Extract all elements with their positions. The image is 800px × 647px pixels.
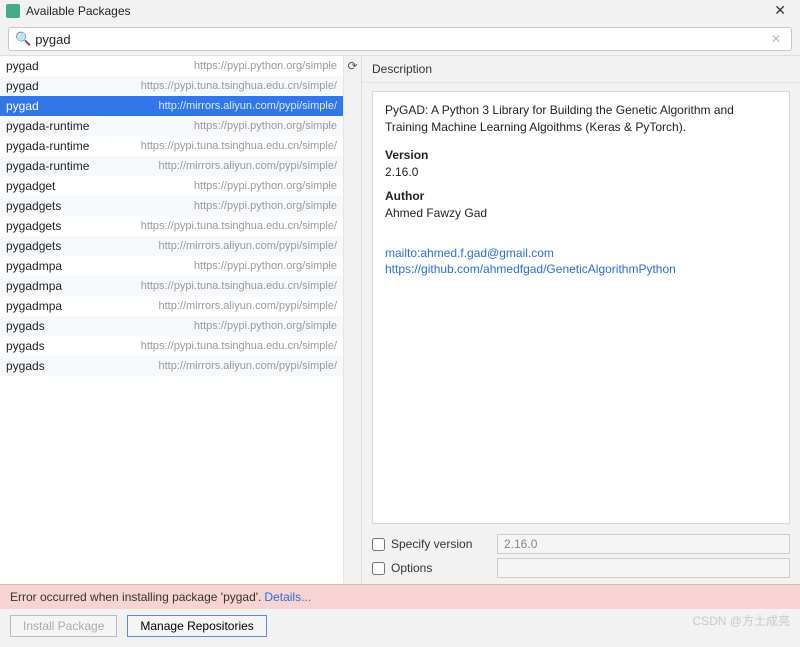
package-row[interactable]: pygadmpa http://mirrors.aliyun.com/pypi/s… [0, 296, 343, 316]
author-value: Ahmed Fawzy Gad [385, 206, 777, 220]
package-name: pygada-runtime [6, 139, 89, 153]
package-row[interactable]: pygadgets https://pypi.python.org/simple [0, 196, 343, 216]
package-name: pygadget [6, 179, 55, 193]
manage-repositories-button[interactable]: Manage Repositories [127, 615, 266, 637]
description-header: Description [362, 56, 800, 83]
package-name: pygad [6, 99, 39, 113]
package-repo: http://mirrors.aliyun.com/pypi/simple/ [159, 160, 338, 172]
package-name: pygads [6, 339, 45, 353]
package-name: pygadgets [6, 239, 61, 253]
error-message: Error occurred when installing package '… [10, 590, 261, 604]
package-repo: https://pypi.python.org/simple [194, 60, 337, 72]
package-repo: http://mirrors.aliyun.com/pypi/simple/ [159, 100, 338, 112]
package-list-pane: pygadhttps://pypi.python.org/simplepygad… [0, 56, 362, 584]
package-name: pygads [6, 319, 45, 333]
package-row[interactable]: pygads https://pypi.python.org/simple [0, 316, 343, 336]
package-name: pygadmpa [6, 279, 62, 293]
package-list[interactable]: pygadhttps://pypi.python.org/simplepygad… [0, 56, 343, 584]
package-repo: https://pypi.tuna.tsinghua.edu.cn/simple… [141, 280, 337, 292]
package-row[interactable]: pygads https://pypi.tuna.tsinghua.edu.cn/… [0, 336, 343, 356]
package-row[interactable]: pygada-runtime https://pypi.python.org/si… [0, 116, 343, 136]
package-name: pygadmpa [6, 259, 62, 273]
specify-version-input[interactable] [497, 534, 790, 554]
package-name: pygadgets [6, 219, 61, 233]
package-repo: https://pypi.python.org/simple [194, 120, 337, 132]
package-name: pygadmpa [6, 299, 62, 313]
options-label: Options [391, 561, 491, 575]
package-row[interactable]: pygadgets http://mirrors.aliyun.com/pypi/… [0, 236, 343, 256]
titlebar: Available Packages ✕ [0, 0, 800, 23]
package-name: pygada-runtime [6, 159, 89, 173]
package-repo: https://pypi.tuna.tsinghua.edu.cn/simple… [141, 140, 337, 152]
package-repo: https://pypi.python.org/simple [194, 260, 337, 272]
package-repo: http://mirrors.aliyun.com/pypi/simple/ [159, 360, 338, 372]
package-row[interactable]: pygadmpa https://pypi.tuna.tsinghua.edu.c… [0, 276, 343, 296]
package-repo: https://pypi.python.org/simple [194, 200, 337, 212]
package-name: pygada-runtime [6, 119, 89, 133]
footer: Install Package Manage Repositories [0, 609, 800, 647]
package-row[interactable]: pygadget https://pypi.python.org/simple [0, 176, 343, 196]
close-icon[interactable]: ✕ [768, 2, 792, 19]
version-value: 2.16.0 [385, 165, 777, 179]
clear-search-icon[interactable]: ✕ [767, 32, 785, 46]
error-details-link[interactable]: Details... [264, 590, 311, 604]
package-repo: http://mirrors.aliyun.com/pypi/simple/ [159, 240, 338, 252]
package-row[interactable]: pygad https://pypi.tuna.tsinghua.edu.cn/s… [0, 76, 343, 96]
app-icon [6, 4, 20, 18]
refresh-icon[interactable]: ⟳ [347, 59, 357, 73]
package-name: pygadgets [6, 199, 61, 213]
author-label: Author [385, 189, 777, 203]
package-row[interactable]: pygad http://mirrors.aliyun.com/pypi/simp… [0, 96, 343, 116]
package-repo: https://pypi.tuna.tsinghua.edu.cn/simple… [141, 340, 337, 352]
package-name: pygad [6, 59, 39, 73]
package-row[interactable]: pygada-runtime https://pypi.tuna.tsinghua… [0, 136, 343, 156]
package-repo: https://pypi.python.org/simple [194, 180, 337, 192]
version-label: Version [385, 148, 777, 162]
package-row[interactable]: pygada-runtime http://mirrors.aliyun.com/… [0, 156, 343, 176]
package-row[interactable]: pygads http://mirrors.aliyun.com/pypi/sim… [0, 356, 343, 376]
package-row[interactable]: pygad https://pypi.python.org/simple [0, 56, 343, 76]
description-body: PyGAD: A Python 3 Library for Building t… [372, 91, 790, 524]
search-wrapper: 🔍 ✕ [8, 27, 792, 51]
specify-version-label: Specify version [391, 537, 491, 551]
package-name: pygad [6, 79, 39, 93]
package-repo: https://pypi.python.org/simple [194, 320, 337, 332]
search-input[interactable] [35, 32, 767, 47]
options-checkbox[interactable] [372, 562, 385, 575]
package-row[interactable]: pygadgets https://pypi.tuna.tsinghua.edu.… [0, 216, 343, 236]
detail-pane: Description PyGAD: A Python 3 Library fo… [362, 56, 800, 584]
search-icon: 🔍 [15, 31, 31, 47]
package-name: pygads [6, 359, 45, 373]
package-repo: http://mirrors.aliyun.com/pypi/simple/ [159, 300, 338, 312]
specify-version-checkbox[interactable] [372, 538, 385, 551]
window-title: Available Packages [26, 4, 131, 18]
package-repo: https://pypi.tuna.tsinghua.edu.cn/simple… [141, 220, 337, 232]
project-url-link[interactable]: https://github.com/ahmedfgad/GeneticAlgo… [385, 262, 777, 276]
package-row[interactable]: pygadmpa https://pypi.python.org/simple [0, 256, 343, 276]
package-description: PyGAD: A Python 3 Library for Building t… [385, 102, 777, 136]
options-input[interactable] [497, 558, 790, 578]
install-package-button[interactable]: Install Package [10, 615, 117, 637]
error-bar: Error occurred when installing package '… [0, 584, 800, 609]
author-mail-link[interactable]: mailto:ahmed.f.gad@gmail.com [385, 246, 777, 260]
package-repo: https://pypi.tuna.tsinghua.edu.cn/simple… [141, 80, 337, 92]
